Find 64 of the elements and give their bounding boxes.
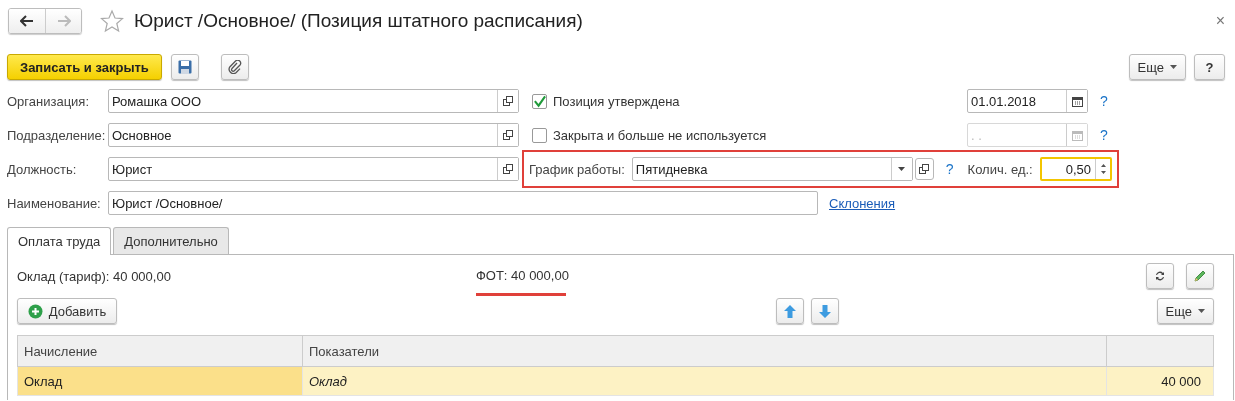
- move-up-button[interactable]: [776, 298, 804, 324]
- field-label: Колич. ед.:: [967, 161, 1033, 177]
- open-button[interactable]: [914, 158, 934, 180]
- spinner-icon: [1099, 163, 1107, 175]
- field-label: Организация:: [7, 93, 91, 109]
- checkbox[interactable]: [532, 93, 547, 109]
- table-cell[interactable]: 40 000: [1106, 366, 1214, 396]
- more-button[interactable]: Еще: [1128, 54, 1186, 80]
- caret-icon: [1170, 65, 1177, 69]
- add-button[interactable]: Добавить: [17, 298, 117, 324]
- save-and-close-button[interactable]: Записать и закрыть: [7, 54, 162, 80]
- field-label: Должность:: [7, 161, 78, 177]
- tab[interactable]: Оплата труда: [7, 227, 112, 255]
- field-label: График работы:: [529, 161, 625, 177]
- open-window-icon: [919, 164, 930, 174]
- edit-button[interactable]: [1186, 263, 1214, 289]
- number-field[interactable]: 0,50: [1039, 157, 1112, 181]
- field-label: Подразделение:: [7, 127, 107, 143]
- right-arrow-icon: [56, 15, 71, 27]
- checkbox[interactable]: [532, 127, 547, 143]
- star-icon[interactable]: [100, 9, 124, 33]
- tab[interactable]: Дополнительно: [113, 227, 229, 254]
- up-arrow-icon: [784, 304, 796, 318]
- dropdown-field[interactable]: Пятидневка: [631, 157, 913, 181]
- column-header: Начисление: [17, 335, 303, 367]
- calendar-icon: [1071, 129, 1083, 141]
- help-button[interactable]: ?: [1194, 54, 1225, 80]
- refresh-button[interactable]: [1146, 263, 1174, 289]
- open-window-icon: [503, 164, 513, 174]
- paperclip-icon: [227, 60, 242, 74]
- checkbox-label: Закрыта и больше не используется: [553, 127, 767, 143]
- more-button[interactable]: Еще: [1156, 298, 1214, 324]
- window-title: Юрист /Основное/ (Позиция штатного расписания): [134, 10, 583, 32]
- caret-icon: [1198, 309, 1205, 313]
- caret-icon: [898, 167, 906, 171]
- input-field[interactable]: Ромашка ООО: [108, 89, 519, 113]
- table-cell[interactable]: Оклад: [17, 366, 303, 396]
- table-cell[interactable]: Оклад: [302, 366, 1107, 396]
- save-button[interactable]: [170, 54, 199, 80]
- left-arrow-icon: [20, 15, 34, 27]
- open-window-icon: [503, 130, 513, 140]
- back-button[interactable]: [9, 9, 45, 33]
- help-link[interactable]: ?: [943, 161, 956, 177]
- down-arrow-icon: [819, 304, 831, 318]
- date-field[interactable]: 01.01.2018: [967, 89, 1088, 113]
- refresh-icon: [1154, 270, 1166, 282]
- calendar-icon: [1071, 95, 1083, 107]
- close-button[interactable]: ×: [1213, 12, 1227, 30]
- open-window-icon: [503, 96, 513, 106]
- checkbox-label: Позиция утверждена: [553, 93, 680, 109]
- input-field[interactable]: Основное: [108, 123, 519, 147]
- plus-circle-icon: [27, 303, 43, 319]
- pencil-icon: [1193, 269, 1207, 283]
- checkmark-icon: [533, 94, 546, 108]
- salary-text: Оклад (тариф): 40 000,00: [17, 268, 171, 284]
- input-field[interactable]: Юрист /Основное/: [108, 191, 818, 215]
- declensions-link[interactable]: Склонения: [829, 195, 896, 211]
- help-link[interactable]: ?: [1098, 93, 1110, 109]
- column-header: Показатели: [302, 335, 1107, 367]
- field-label: Наименование:: [7, 195, 102, 211]
- attach-button[interactable]: [220, 54, 249, 80]
- move-down-button[interactable]: [811, 298, 839, 324]
- input-field[interactable]: Юрист: [108, 157, 519, 181]
- payroll-fund-text: ФОТ: 40 000,00: [475, 268, 569, 283]
